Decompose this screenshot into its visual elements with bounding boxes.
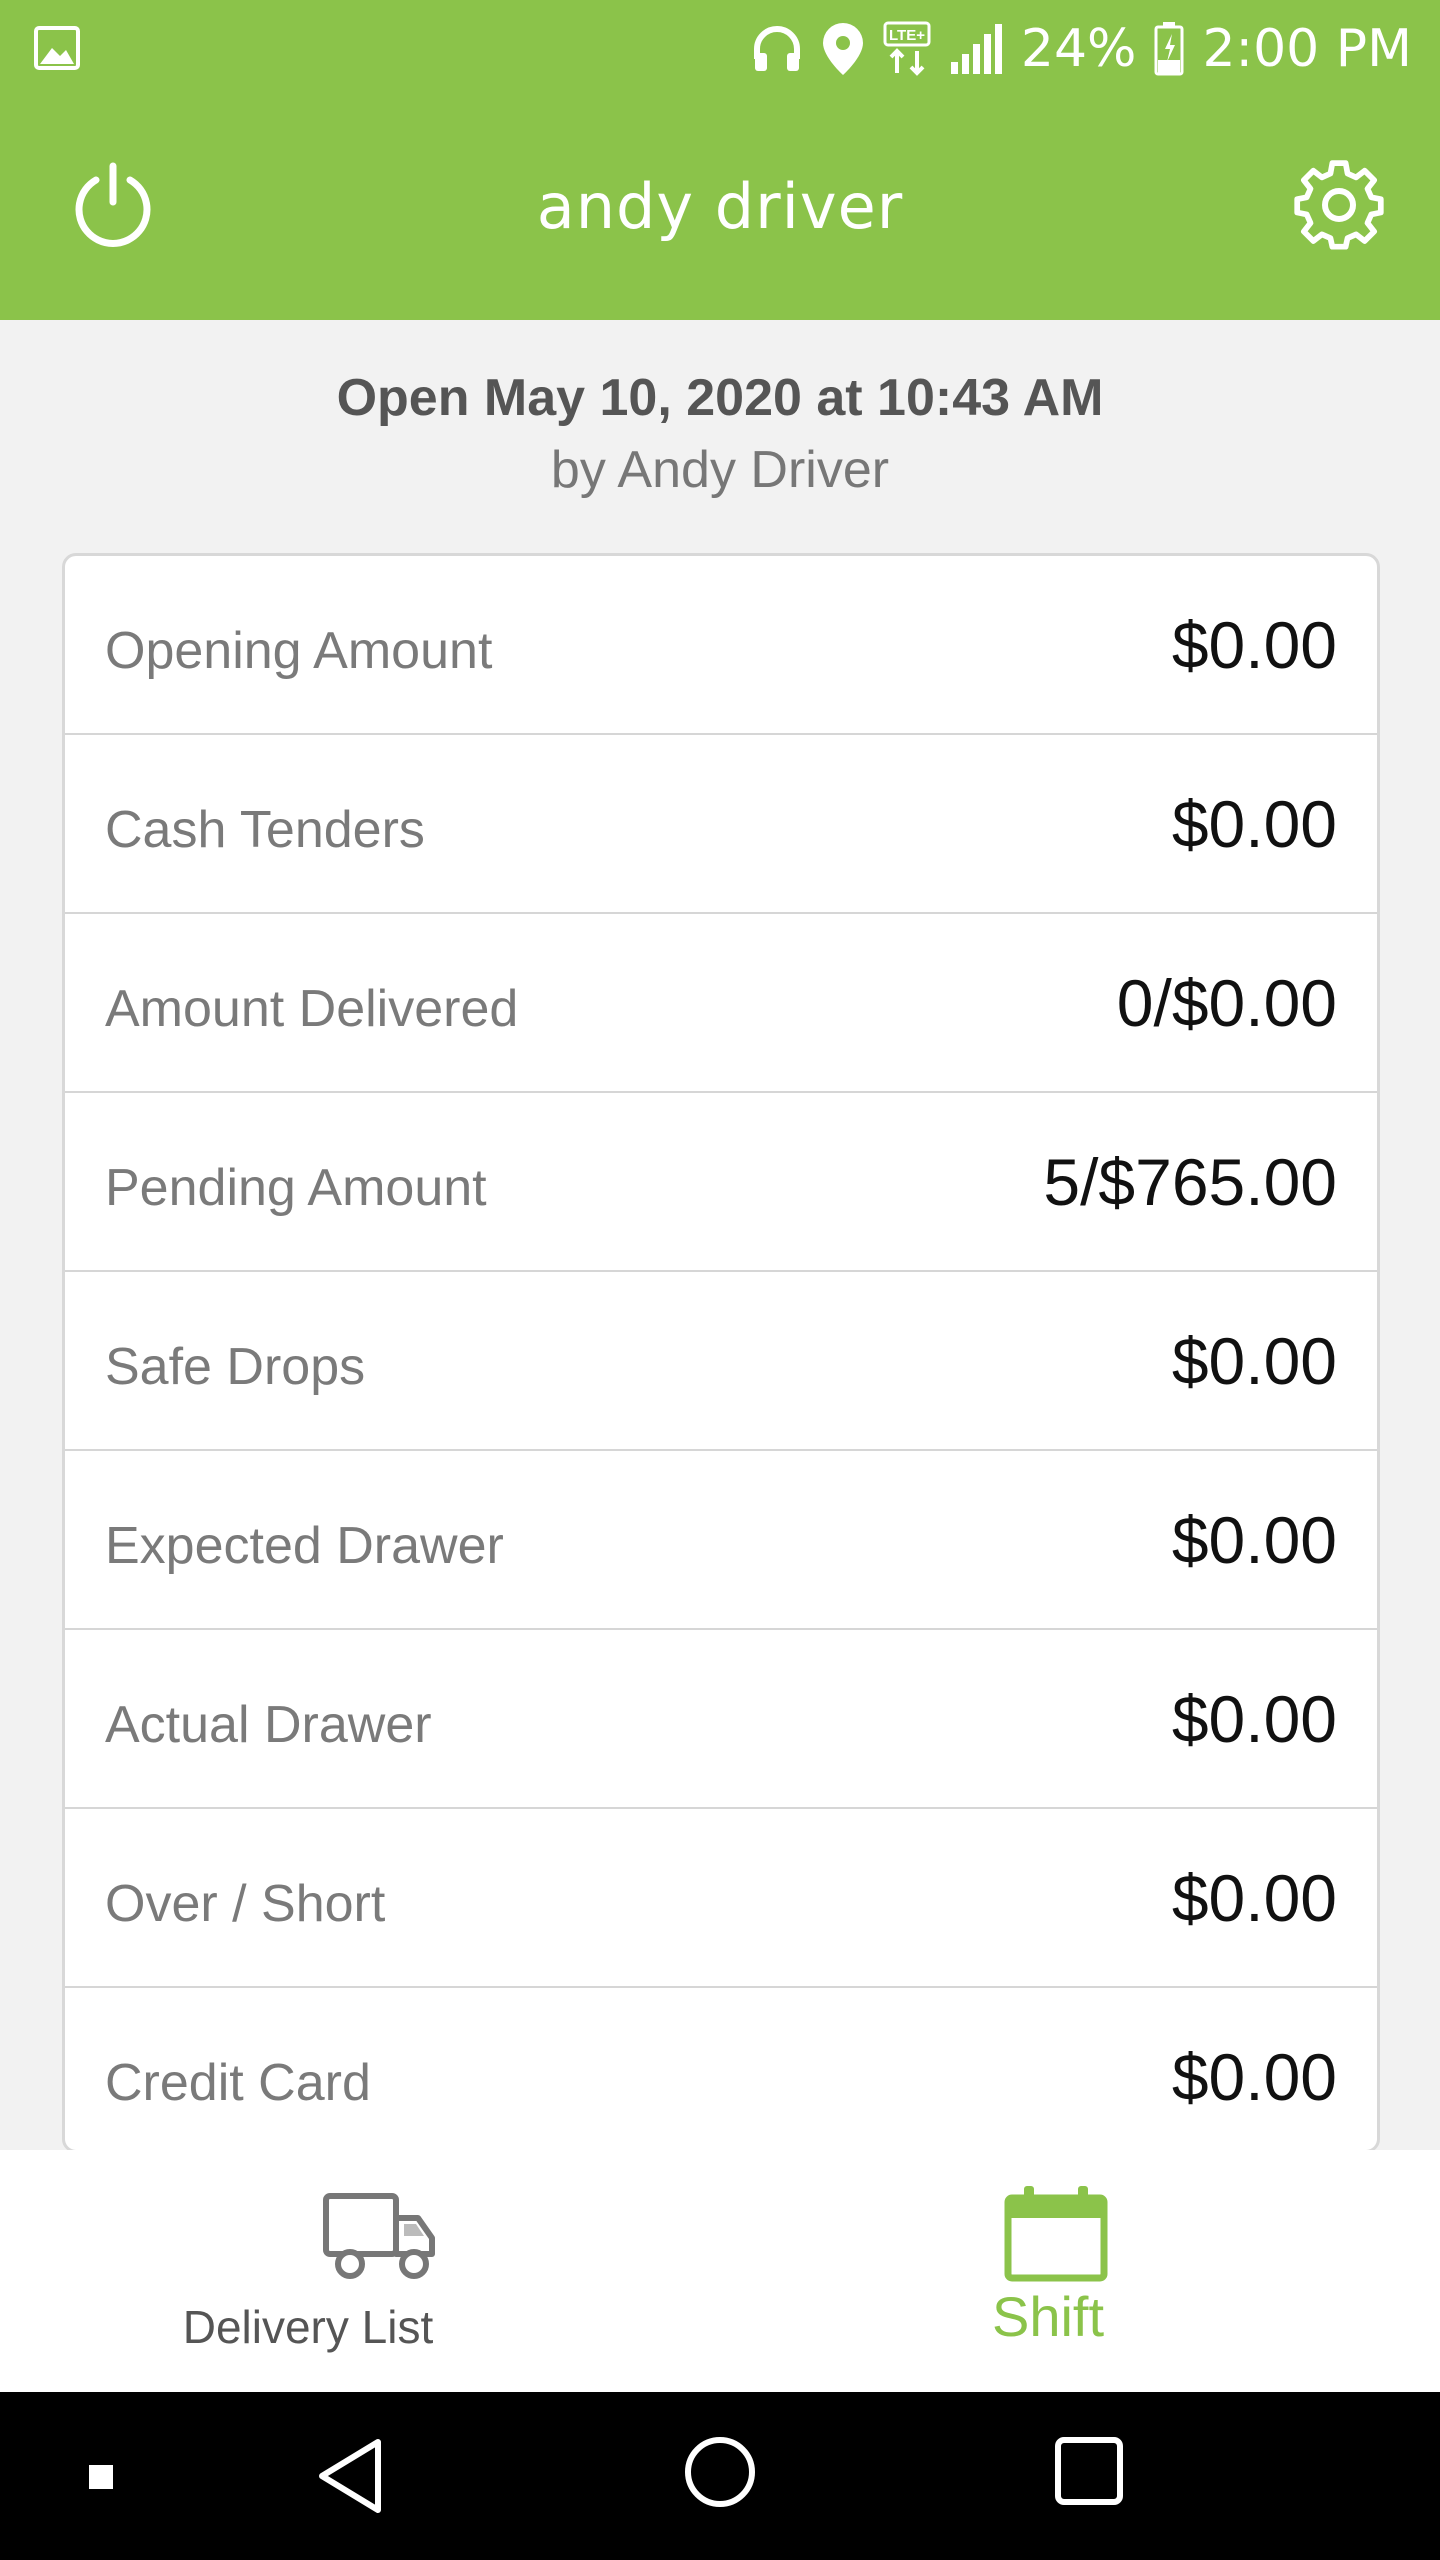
truck-icon <box>323 2193 435 2279</box>
row-value: 0/$0.00 <box>1116 965 1337 1040</box>
headphones-icon <box>753 26 800 71</box>
row-value: $0.00 <box>1171 786 1337 861</box>
status-icons: LTE+ 24% 2:00 PM <box>751 14 1412 84</box>
back-icon[interactable] <box>316 2436 384 2516</box>
shift-opened-text: Open May 10, 2020 at 10:43 AM <box>336 369 1104 427</box>
nav-label: Delivery List <box>182 2301 434 2353</box>
recent-dot-icon[interactable] <box>88 2464 114 2490</box>
row-label: Credit Card <box>105 2053 371 2112</box>
row-value: $0.00 <box>1171 1681 1337 1756</box>
row-label: Expected Drawer <box>105 1516 504 1575</box>
lte-icon: LTE+ <box>883 21 931 76</box>
summary-row-actual-drawer: Actual Drawer $0.00 <box>65 1630 1377 1809</box>
summary-row-expected-drawer: Expected Drawer $0.00 <box>65 1451 1377 1630</box>
signal-icon <box>950 24 1002 74</box>
calendar-icon <box>1004 2186 1108 2282</box>
row-value: 5/$765.00 <box>1043 1144 1337 1219</box>
row-value: $0.00 <box>1171 2039 1337 2114</box>
summary-row-safe-drops: Safe Drops $0.00 <box>65 1272 1377 1451</box>
summary-row-credit-card: Credit Card $0.00 <box>65 1988 1377 2150</box>
summary-row-opening-amount: Opening Amount $0.00 <box>65 556 1377 735</box>
app-bar: andy driver <box>0 98 1440 320</box>
row-value: $0.00 <box>1171 1860 1337 1935</box>
gear-icon[interactable] <box>1292 158 1386 252</box>
shift-opened-by: by Andy Driver <box>550 441 890 499</box>
home-icon[interactable] <box>684 2436 756 2508</box>
battery-icon <box>1154 22 1184 76</box>
row-value: $0.00 <box>1171 607 1337 682</box>
status-bar: LTE+ 24% 2:00 PM <box>0 0 1440 98</box>
row-label: Amount Delivered <box>105 979 519 1038</box>
row-label: Cash Tenders <box>105 800 425 859</box>
summary-row-amount-delivered: Amount Delivered 0/$0.00 <box>65 914 1377 1093</box>
nav-label-active: Shift <box>991 2285 1105 2348</box>
app-title: andy driver <box>536 170 904 243</box>
row-value: $0.00 <box>1171 1502 1337 1577</box>
summary-row-cash-tenders: Cash Tenders $0.00 <box>65 735 1377 914</box>
overview-icon[interactable] <box>1054 2436 1124 2506</box>
shift-header: Open May 10, 2020 at 10:43 AM by Andy Dr… <box>0 368 1440 500</box>
summary-row-over-short: Over / Short $0.00 <box>65 1809 1377 1988</box>
nav-shift[interactable]: Shift <box>720 2150 1440 2392</box>
status-time: 2:00 PM <box>1202 19 1412 79</box>
row-label: Pending Amount <box>105 1158 487 1217</box>
location-icon <box>822 23 863 75</box>
nav-delivery-list[interactable]: Delivery List <box>0 2150 720 2392</box>
bottom-nav: Delivery List Shift <box>0 2150 1440 2392</box>
row-label: Actual Drawer <box>105 1695 432 1754</box>
shift-summary-card: Opening Amount $0.00 Cash Tenders $0.00 … <box>62 553 1380 2153</box>
row-label: Over / Short <box>105 1874 386 1933</box>
system-nav-bar <box>0 2392 1440 2560</box>
battery-percent: 24% <box>1020 19 1137 79</box>
row-label: Safe Drops <box>105 1337 366 1396</box>
row-value: $0.00 <box>1171 1323 1337 1398</box>
gallery-icon <box>34 26 80 70</box>
row-label: Opening Amount <box>105 621 493 680</box>
svg-text:LTE+: LTE+ <box>889 27 925 44</box>
summary-row-pending-amount: Pending Amount 5/$765.00 <box>65 1093 1377 1272</box>
